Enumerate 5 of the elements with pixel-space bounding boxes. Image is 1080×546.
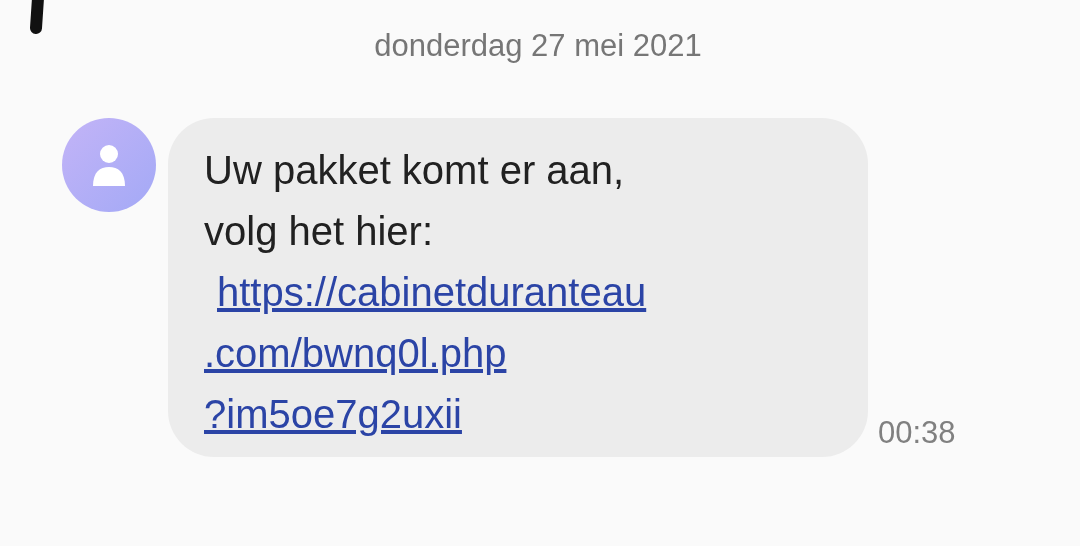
message-time: 00:38 <box>878 415 956 451</box>
message-link[interactable]: https://cabinetduranteau .com/bwnq0l.php ?im5oe7g2uxii <box>204 262 838 445</box>
person-icon <box>92 144 126 186</box>
date-separator: donderdag 27 mei 2021 <box>374 27 702 65</box>
message-text: Uw pakket komt er aan, volg het hier: <box>204 147 626 255</box>
